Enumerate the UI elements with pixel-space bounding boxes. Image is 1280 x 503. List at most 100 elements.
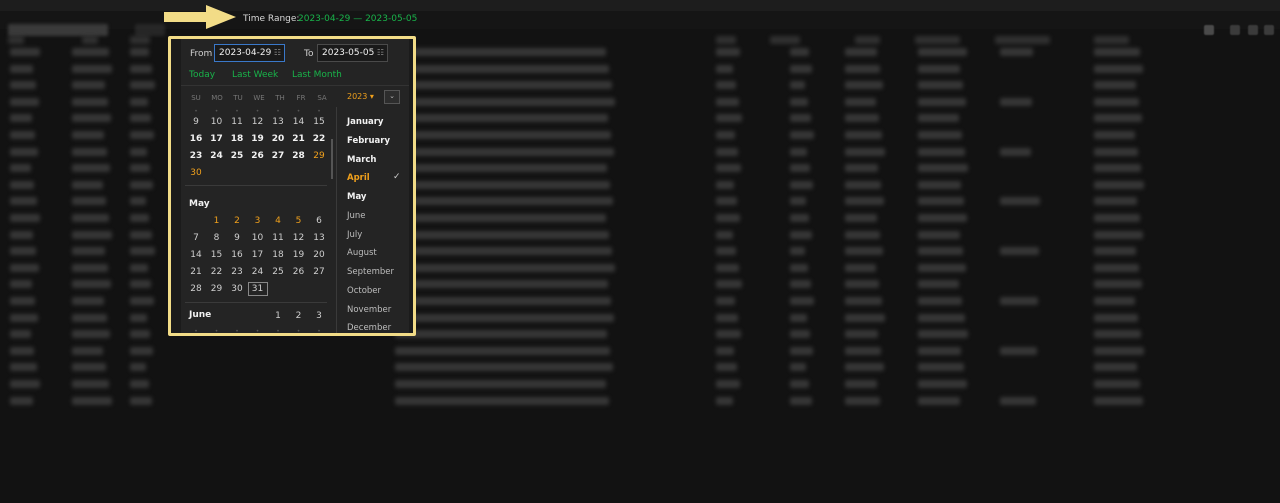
table-cell	[130, 363, 146, 372]
calendar-icon[interactable]: ☷	[377, 48, 384, 57]
month-item-october[interactable]: October	[347, 286, 381, 296]
calendar-day[interactable]: 11	[268, 231, 288, 245]
table-cell	[790, 64, 812, 73]
calendar-day[interactable]: 5	[289, 214, 309, 228]
calendar-day[interactable]: 14	[289, 115, 309, 129]
calendar-day[interactable]: 30	[227, 282, 247, 296]
calendar-day[interactable]: 17	[248, 248, 268, 262]
table-cell	[716, 131, 735, 139]
calendar-day[interactable]: 9	[186, 115, 206, 129]
time-range-value[interactable]: 2023-04-29 — 2023-05-05	[298, 14, 417, 24]
calendar-day-faded[interactable]: •	[248, 325, 268, 333]
calendar-day[interactable]: 12	[248, 115, 268, 129]
quick-range-last-month[interactable]: Last Month	[292, 70, 342, 80]
table-cell	[1094, 48, 1140, 56]
calendar-day[interactable]: 28	[186, 282, 206, 296]
calendar-day[interactable]: 19	[248, 132, 268, 146]
calendar-day[interactable]: 20	[268, 132, 288, 146]
table-cell	[790, 97, 808, 106]
calendar-day[interactable]: 6	[309, 214, 329, 228]
calendar-day[interactable]: 14	[186, 248, 206, 262]
calendar-day[interactable]: 24	[207, 149, 227, 163]
calendar-day[interactable]: 16	[186, 132, 206, 146]
calendar-day[interactable]: 21	[289, 132, 309, 146]
calendar-day[interactable]: 15	[207, 248, 227, 262]
calendar-day[interactable]: 4	[268, 214, 288, 228]
calendar-day[interactable]: 27	[309, 265, 329, 279]
calendar-day[interactable]: 31	[247, 282, 268, 296]
table-cell	[918, 263, 966, 272]
calendar-day[interactable]: 10	[207, 115, 227, 129]
month-title-may: May	[189, 199, 210, 209]
calendar-day[interactable]: 24	[248, 265, 268, 279]
calendar-day[interactable]: 29	[207, 282, 227, 296]
calendar-day[interactable]: 1	[268, 309, 288, 323]
calendar-day[interactable]: 12	[289, 231, 309, 245]
calendar-day[interactable]: 18	[268, 248, 288, 262]
calendar-day[interactable]: 18	[227, 132, 247, 146]
calendar-day[interactable]: 7	[186, 231, 206, 245]
calendar-day[interactable]: 22	[207, 265, 227, 279]
calendar-day[interactable]: 28	[289, 149, 309, 163]
calendar-day[interactable]: 23	[227, 265, 247, 279]
table-cell	[10, 64, 33, 73]
calendar-day-faded[interactable]: •	[268, 325, 288, 333]
month-item-november[interactable]: November	[347, 305, 391, 315]
calendar-day[interactable]: 15	[309, 115, 329, 129]
table-cell	[130, 64, 152, 73]
calendar-day[interactable]: 2	[289, 309, 309, 323]
calendar-scrollbar[interactable]	[331, 139, 333, 179]
month-item-june[interactable]: June	[347, 211, 366, 221]
calendar-day-faded[interactable]: •	[207, 325, 227, 333]
month-item-march[interactable]: March	[347, 155, 376, 165]
month-item-may[interactable]: May	[347, 192, 366, 202]
calendar-day[interactable]: 30	[186, 166, 206, 180]
calendar-day[interactable]: 17	[207, 132, 227, 146]
calendar-day[interactable]: 2	[227, 214, 247, 228]
month-item-december[interactable]: December	[347, 323, 391, 333]
calendar-day[interactable]: 16	[227, 248, 247, 262]
calendar-day-faded[interactable]: •	[289, 325, 309, 333]
month-item-january[interactable]: January	[347, 117, 383, 127]
table-cell	[845, 180, 881, 189]
month-item-april[interactable]: April	[347, 173, 370, 183]
calendar-day[interactable]: 3	[248, 214, 268, 228]
calendar-day[interactable]: 9	[227, 231, 247, 245]
calendar-day[interactable]: 27	[268, 149, 288, 163]
to-date-field[interactable]: 2023-05-05 ☷	[317, 44, 388, 62]
table-cell	[1000, 247, 1039, 256]
calendar-day[interactable]: 13	[268, 115, 288, 129]
calendar-day[interactable]: 26	[248, 149, 268, 163]
calendar-day-faded[interactable]: •	[186, 325, 206, 333]
calendar-day[interactable]: 20	[309, 248, 329, 262]
calendar-day[interactable]: 1	[207, 214, 227, 228]
calendar-day[interactable]: 23	[186, 149, 206, 163]
table-cell	[845, 131, 882, 139]
table-row	[0, 343, 1280, 360]
calendar-day[interactable]: 3	[309, 309, 329, 323]
calendar-day[interactable]: 10	[248, 231, 268, 245]
month-item-september[interactable]: September	[347, 267, 394, 277]
calendar-day[interactable]: 8	[207, 231, 227, 245]
month-item-august[interactable]: August	[347, 248, 377, 258]
calendar-day-faded[interactable]: •	[309, 325, 329, 333]
calendar-day[interactable]: 13	[309, 231, 329, 245]
calendar-day[interactable]: 22	[309, 132, 329, 146]
calendar-day[interactable]: 19	[289, 248, 309, 262]
calendar-day[interactable]: 29	[309, 149, 329, 163]
calendar-day[interactable]: 26	[289, 265, 309, 279]
calendar-day[interactable]: 25	[227, 149, 247, 163]
calendar-day[interactable]: 21	[186, 265, 206, 279]
collapse-button[interactable]: ⌄	[384, 90, 400, 104]
year-selector[interactable]: 2023 ▾	[347, 92, 374, 101]
from-date-field[interactable]: 2023-04-29 ☷	[214, 44, 285, 62]
quick-range-last-week[interactable]: Last Week	[232, 70, 278, 80]
time-range-label: Time Range:	[243, 14, 300, 24]
calendar-day[interactable]: 25	[268, 265, 288, 279]
calendar-icon[interactable]: ☷	[274, 48, 281, 57]
calendar-day[interactable]: 11	[227, 115, 247, 129]
month-item-february[interactable]: February	[347, 136, 390, 146]
month-item-july[interactable]: July	[347, 230, 362, 240]
quick-range-today[interactable]: Today	[189, 70, 215, 80]
calendar-day-faded[interactable]: •	[227, 325, 247, 333]
